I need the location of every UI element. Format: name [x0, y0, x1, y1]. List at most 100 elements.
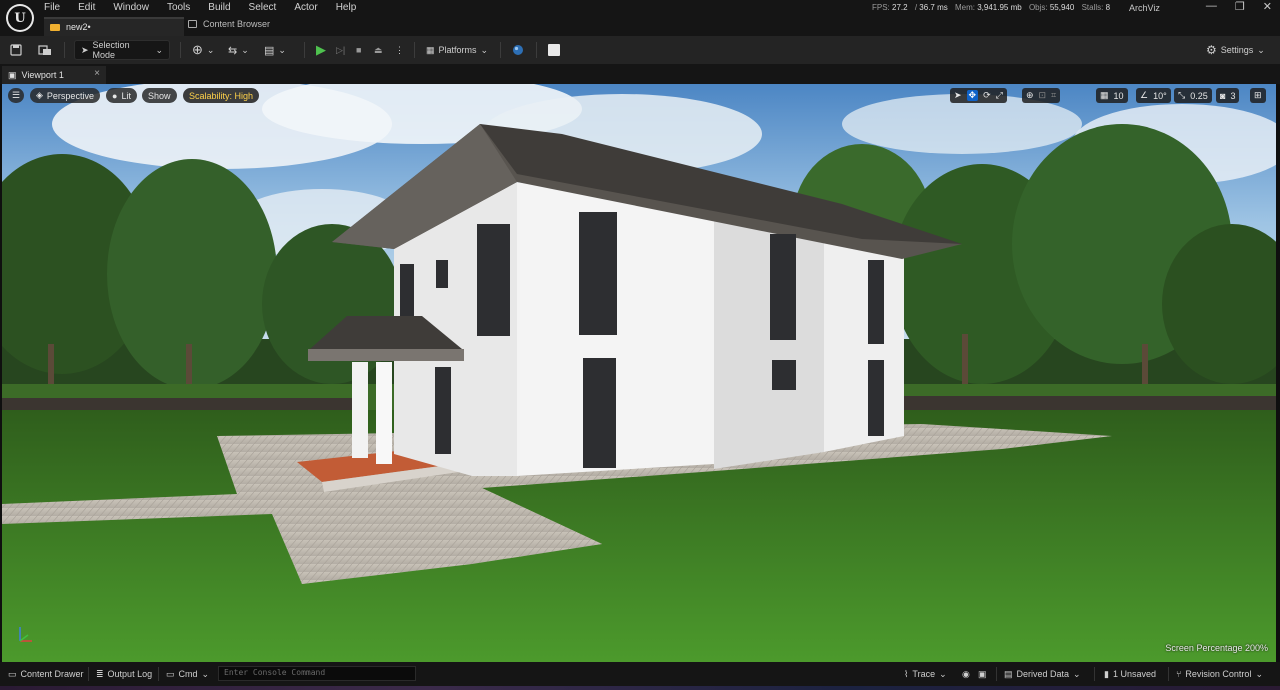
rotation-snap-button[interactable]: ∠ 10°: [1136, 88, 1171, 103]
chevron-down-icon: ⌄: [1255, 668, 1263, 679]
grid-icon: ▦: [1100, 90, 1109, 100]
chevron-down-icon: ⌄: [939, 668, 947, 679]
globe-icon: ⊕: [1026, 90, 1034, 100]
maximize-icon: ⊞: [1254, 90, 1262, 100]
tab-level[interactable]: new2•: [44, 17, 184, 36]
tab-viewport-label: Viewport 1: [21, 70, 64, 80]
camera-speed-value: 3: [1230, 90, 1236, 101]
play-button[interactable]: ▶: [316, 40, 326, 60]
platforms-dropdown[interactable]: ▦ Platforms ⌄: [426, 40, 488, 60]
source-control-icon[interactable]: [548, 40, 560, 60]
gear-icon: ⚙: [1206, 43, 1217, 57]
tab-viewport[interactable]: ▣ Viewport 1 ×: [2, 66, 106, 84]
rotate-tool-icon[interactable]: ⟳: [983, 90, 991, 101]
menu-help[interactable]: Help: [336, 2, 367, 14]
chevron-down-icon: ⌄: [206, 44, 215, 55]
menu-file[interactable]: File: [44, 2, 70, 14]
unreal-logo-icon[interactable]: U: [6, 4, 34, 32]
eject-button[interactable]: ⏏: [374, 40, 383, 60]
play-icon: ▶: [316, 42, 326, 57]
maximize-viewport-button[interactable]: ⊞: [1250, 88, 1266, 103]
scale-snap-icon: ⤡: [1178, 90, 1186, 100]
advance-frame-button[interactable]: ▷|: [336, 40, 345, 60]
unsaved-button[interactable]: ▮ 1 Unsaved: [1104, 667, 1156, 681]
angle-icon: ∠: [1140, 90, 1149, 100]
revision-control-label: Revision Control: [1185, 669, 1252, 679]
snap-icon: ⌗: [1051, 90, 1057, 100]
add-actor-button[interactable]: ⊕ ⌄: [192, 40, 214, 60]
scale-tool-icon[interactable]: ⤢: [996, 90, 1003, 101]
surface-snap-icon: ⊡: [1038, 90, 1047, 100]
restore-icon[interactable]: ❐: [1235, 0, 1245, 13]
move-tool-icon[interactable]: ✥: [966, 90, 979, 101]
scale-snap-button[interactable]: ⤡ 0.25: [1174, 88, 1212, 103]
cmd-dropdown[interactable]: ▭ Cmd ⌄: [166, 667, 209, 681]
browse-level-icon[interactable]: [38, 40, 52, 60]
level-folder-icon: [50, 23, 60, 31]
derived-data-button[interactable]: ▤ Derived Data ⌄: [1004, 667, 1081, 681]
document-tab-row: new2• Content Browser: [0, 16, 1280, 36]
scalability-button[interactable]: Scalability: High: [183, 88, 260, 103]
minimize-icon[interactable]: —: [1206, 0, 1217, 13]
marketplace-icon[interactable]: [512, 40, 524, 60]
trace-dropdown[interactable]: ⌇ Trace ⌄: [904, 667, 947, 681]
chevron-down-icon: ⌄: [201, 668, 210, 679]
grid-snap-button[interactable]: ▦ 10: [1096, 88, 1128, 103]
menu-select[interactable]: Select: [249, 2, 287, 14]
screenshot-button[interactable]: ▣: [978, 667, 987, 681]
main-menu: File Edit Window Tools Build Select Acto…: [44, 2, 374, 14]
blueprints-button[interactable]: ⇆ ⌄: [228, 40, 249, 60]
save-icon[interactable]: [10, 40, 22, 60]
menu-window[interactable]: Window: [113, 2, 159, 14]
chevron-down-icon: ⌄: [480, 44, 489, 55]
platforms-icon: ▦: [426, 44, 435, 55]
settings-button[interactable]: ⚙ Settings ⌄: [1206, 40, 1265, 60]
menu-build[interactable]: Build: [208, 2, 240, 14]
window-controls: — ❐ ✕: [1206, 0, 1272, 13]
play-options-button[interactable]: ⋮: [395, 40, 404, 60]
blueprint-icon: ⇆: [228, 44, 238, 57]
perspective-icon: ◈: [36, 90, 43, 100]
content-browser-icon: [188, 20, 197, 28]
objs-label: Objs:: [1028, 3, 1048, 12]
camera-speed-button[interactable]: ◙ 3: [1216, 88, 1240, 103]
unsaved-label: 1 Unsaved: [1112, 669, 1156, 679]
revision-control-button[interactable]: ⑂ Revision Control ⌄: [1176, 667, 1263, 681]
menu-actor[interactable]: Actor: [294, 2, 327, 14]
axis-gizmo-icon: [16, 623, 38, 648]
more-vertical-icon: ⋮: [395, 44, 404, 55]
content-drawer-button[interactable]: ▭ Content Drawer: [8, 667, 84, 681]
record-icon: ◉: [962, 668, 970, 679]
select-tool-icon[interactable]: ➤: [954, 90, 962, 101]
record-button[interactable]: ◉: [962, 667, 970, 681]
rotation-snap-value: 10°: [1153, 90, 1167, 101]
console-input[interactable]: Enter Console Command: [218, 666, 416, 681]
level-viewport[interactable]: ☰ ◈ Perspective ● Lit Show Scalability: …: [2, 84, 1276, 662]
viewport-icon: ▣: [8, 69, 17, 80]
tab-content-browser[interactable]: Content Browser: [188, 19, 270, 29]
close-tab-icon[interactable]: ×: [94, 68, 100, 79]
menu-tools[interactable]: Tools: [167, 2, 200, 14]
output-log-button[interactable]: ≣ Output Log: [96, 667, 152, 681]
menu-bar: File Edit Window Tools Build Select Acto…: [0, 0, 1280, 16]
show-button[interactable]: Show: [142, 88, 177, 103]
selection-mode-dropdown[interactable]: ➤ Selection Mode ⌄: [74, 40, 170, 60]
screen-percentage: Screen Percentage 200%: [1165, 643, 1268, 653]
branch-icon: ⑂: [1176, 669, 1182, 679]
close-icon[interactable]: ✕: [1263, 0, 1272, 13]
frame-advance-icon: ▷|: [336, 44, 346, 55]
perspective-button[interactable]: ◈ Perspective: [30, 88, 100, 103]
settings-label: Settings: [1220, 45, 1254, 55]
fps-value: 27.2: [892, 3, 908, 12]
view-mode-button[interactable]: ● Lit: [106, 88, 137, 103]
viewport-menu-button[interactable]: ☰: [8, 88, 25, 103]
cinematics-button[interactable]: ▤ ⌄: [264, 40, 286, 60]
hamburger-icon: ☰: [12, 90, 21, 100]
chevron-down-icon: ⌄: [155, 44, 163, 55]
coordinate-space-toggle[interactable]: ⊕ ⊡ ⌗: [1022, 88, 1061, 103]
scale-snap-value: 0.25: [1190, 90, 1208, 101]
platforms-label: Platforms: [438, 45, 477, 55]
stop-button[interactable]: ■: [356, 40, 361, 60]
menu-edit[interactable]: Edit: [78, 2, 105, 14]
cmd-label: Cmd: [178, 669, 198, 679]
